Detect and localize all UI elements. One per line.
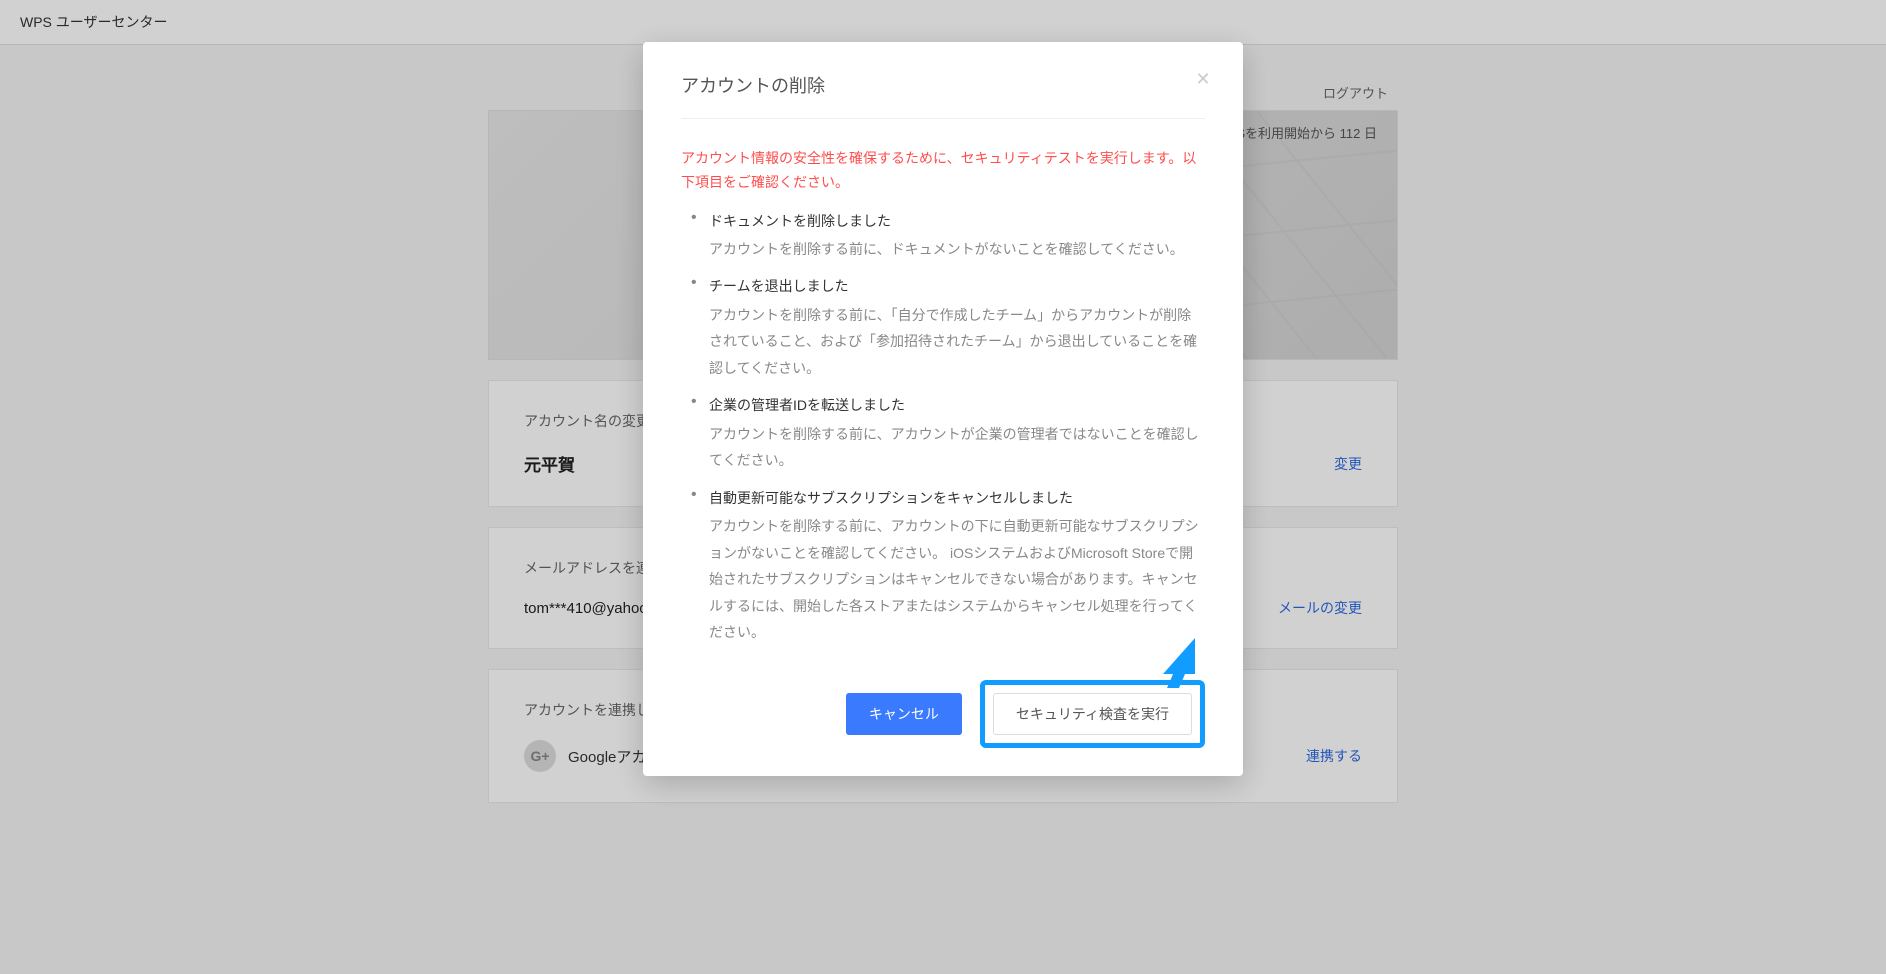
list-item: 自動更新可能なサブスクリプションをキャンセルしました アカウントを削除する前に、… — [685, 486, 1205, 646]
close-icon[interactable]: ✕ — [1193, 70, 1213, 90]
list-item: ドキュメントを削除しました アカウントを削除する前に、ドキュメントがないことを確… — [685, 209, 1205, 263]
delete-account-modal: ✕ アカウントの削除 アカウント情報の安全性を確保するために、セキュリティテスト… — [643, 42, 1243, 776]
item-desc: アカウントを削除する前に、「自分で作成したチーム」からアカウントが削除されている… — [709, 302, 1205, 382]
cancel-button[interactable]: キャンセル — [846, 693, 962, 735]
item-title: 企業の管理者IDを転送しました — [709, 393, 1205, 418]
tutorial-arrow-icon — [1155, 636, 1205, 686]
item-desc: アカウントを削除する前に、ドキュメントがないことを確認してください。 — [709, 236, 1205, 263]
modal-warning-text: アカウント情報の安全性を確保するために、セキュリティテストを実行します。以下項目… — [681, 147, 1205, 195]
modal-overlay: ✕ アカウントの削除 アカウント情報の安全性を確保するために、セキュリティテスト… — [0, 0, 1886, 974]
item-desc: アカウントを削除する前に、アカウントが企業の管理者ではないことを確認してください… — [709, 421, 1205, 474]
list-item: 企業の管理者IDを転送しました アカウントを削除する前に、アカウントが企業の管理… — [685, 393, 1205, 473]
item-desc: アカウントを削除する前に、アカウントの下に自動更新可能なサブスクリプションがない… — [709, 513, 1205, 646]
item-title: ドキュメントを削除しました — [709, 209, 1205, 234]
modal-checklist: ドキュメントを削除しました アカウントを削除する前に、ドキュメントがないことを確… — [681, 209, 1205, 646]
item-title: チームを退出しました — [709, 274, 1205, 299]
item-title: 自動更新可能なサブスクリプションをキャンセルしました — [709, 486, 1205, 511]
list-item: チームを退出しました アカウントを削除する前に、「自分で作成したチーム」からアカ… — [685, 274, 1205, 381]
modal-title: アカウントの削除 — [681, 72, 1205, 119]
modal-actions: キャンセル セキュリティ検査を実行 — [681, 680, 1205, 748]
run-security-check-button[interactable]: セキュリティ検査を実行 — [993, 693, 1192, 735]
